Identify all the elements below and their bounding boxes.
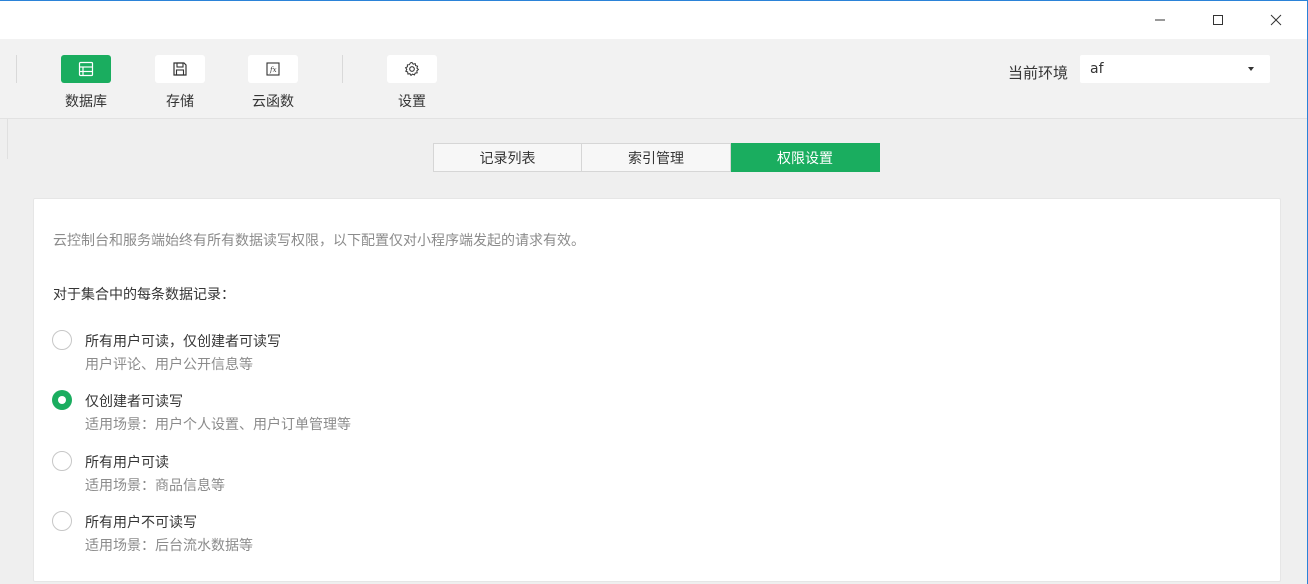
toolbar-divider	[16, 55, 17, 83]
permission-option[interactable]: 所有用户可读 适用场景：商品信息等	[52, 450, 652, 498]
cloud-function-tool-box[interactable]: fx	[248, 55, 298, 83]
settings-tool-button[interactable]: 设置	[382, 55, 442, 111]
toolbar-divider	[342, 55, 343, 83]
chevron-down-icon	[1248, 67, 1254, 71]
option-description: 用户评论、用户公开信息等	[85, 357, 253, 373]
environment-value: af	[1090, 61, 1104, 77]
close-button[interactable]	[1253, 1, 1299, 39]
environment-label: 当前环境	[1008, 64, 1069, 82]
database-icon	[78, 61, 94, 77]
maximize-icon	[1213, 15, 1223, 25]
option-description: 适用场景：用户个人设置、用户订单管理等	[85, 417, 351, 433]
tab-indexes[interactable]: 索引管理	[582, 143, 731, 172]
settings-tool-label: 设置	[398, 94, 426, 110]
option-title: 仅创建者可读写	[85, 394, 183, 410]
permission-option[interactable]: 所有用户可读，仅创建者可读写 用户评论、用户公开信息等	[52, 329, 652, 377]
toolbar: 数据库 存储 fx 云函数 设置 当前环境 af	[0, 39, 1307, 119]
cloud-function-tool-label: 云函数	[252, 94, 294, 110]
app-window: 数据库 存储 fx 云函数 设置 当前环境 af 记录列表 索引管理 权限设置 …	[0, 0, 1308, 584]
cloud-function-tool-button[interactable]: fx 云函数	[243, 55, 303, 111]
database-tool-button[interactable]: 数据库	[56, 55, 116, 111]
svg-text:fx: fx	[269, 66, 277, 74]
option-title: 所有用户可读，仅创建者可读写	[85, 334, 281, 350]
save-icon	[173, 62, 187, 76]
title-bar	[0, 1, 1307, 39]
database-tool-box[interactable]	[61, 55, 111, 83]
radio-button[interactable]	[52, 390, 72, 410]
radio-button[interactable]	[52, 511, 72, 531]
minimize-icon	[1155, 19, 1165, 21]
close-icon	[1270, 14, 1282, 26]
settings-tool-box[interactable]	[387, 55, 437, 83]
tab-bar: 记录列表 索引管理 权限设置	[433, 143, 880, 172]
option-title: 所有用户不可读写	[85, 515, 197, 531]
left-panel-edge	[0, 119, 8, 159]
function-icon: fx	[266, 62, 280, 76]
gear-icon	[404, 61, 420, 77]
maximize-button[interactable]	[1195, 1, 1241, 39]
permission-panel: 云控制台和服务端始终有所有数据读写权限，以下配置仅对小程序端发起的请求有效。 对…	[33, 198, 1281, 582]
storage-tool-button[interactable]: 存储	[150, 55, 210, 111]
storage-tool-label: 存储	[166, 94, 194, 110]
permission-subtitle: 对于集合中的每条数据记录：	[53, 287, 235, 303]
minimize-button[interactable]	[1137, 1, 1183, 39]
permission-option[interactable]: 所有用户不可读写 适用场景：后台流水数据等	[52, 510, 652, 558]
permission-option[interactable]: 仅创建者可读写 适用场景：用户个人设置、用户订单管理等	[52, 389, 652, 437]
tab-records[interactable]: 记录列表	[433, 143, 582, 172]
permission-notice: 云控制台和服务端始终有所有数据读写权限，以下配置仅对小程序端发起的请求有效。	[53, 233, 585, 249]
option-title: 所有用户可读	[85, 455, 169, 471]
radio-button[interactable]	[52, 451, 72, 471]
database-tool-label: 数据库	[65, 94, 107, 110]
option-description: 适用场景：商品信息等	[85, 478, 225, 494]
tab-permissions[interactable]: 权限设置	[731, 143, 880, 172]
storage-tool-box[interactable]	[155, 55, 205, 83]
radio-button[interactable]	[52, 330, 72, 350]
option-description: 适用场景：后台流水数据等	[85, 538, 253, 554]
environment-select[interactable]: af	[1080, 55, 1270, 83]
